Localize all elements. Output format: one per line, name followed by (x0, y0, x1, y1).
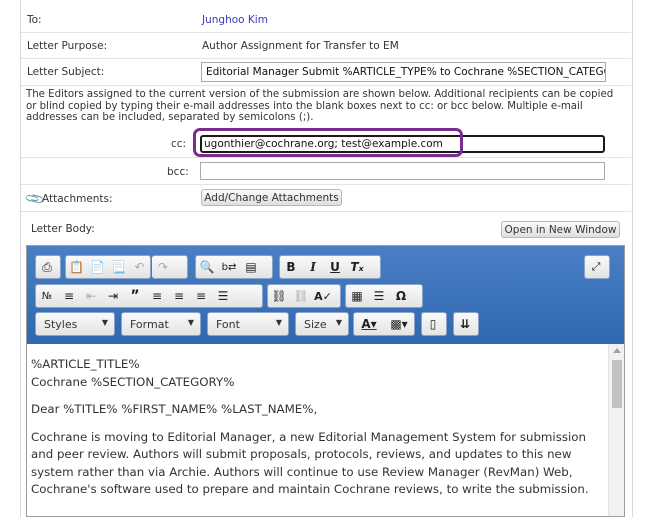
format-label: Format (130, 318, 169, 331)
chevron-down-icon: ▼ (101, 318, 108, 327)
basic-style-group: B I U Tₓ (279, 255, 381, 279)
chevron-down-icon: ▼ (275, 318, 282, 327)
link-icon[interactable]: ⛓ (268, 285, 290, 307)
body-paragraph: Cochrane is moving to Editorial Manager,… (31, 429, 589, 497)
purpose-label: Letter Purpose: (27, 40, 108, 52)
editor-scrollbar[interactable] (608, 344, 624, 516)
italic-icon[interactable]: I (302, 256, 324, 278)
align-center-icon[interactable]: ≡ (168, 285, 190, 307)
select-all-icon[interactable]: ▤ (240, 256, 262, 278)
subject-label: Letter Subject: (27, 66, 105, 78)
attachments-label: Attachments: (42, 193, 113, 205)
format-dropdown[interactable]: Format ▼ (121, 312, 201, 336)
open-in-new-window-button[interactable]: Open in New Window (501, 221, 620, 238)
maximize-icon[interactable]: ⤢ (585, 256, 607, 278)
to-row: To: Junghoo Kim (21, 8, 631, 33)
maximize-group: ⤢ (584, 255, 610, 279)
replace-icon[interactable]: b⇄ (218, 256, 240, 278)
to-recipient-link[interactable]: Junghoo Kim (202, 14, 268, 26)
redo-icon[interactable]: ↷ (152, 256, 174, 278)
editor-content-area[interactable]: %ARTICLE_TITLE% Cochrane %SECTION_CATEGOR… (27, 344, 624, 516)
print-icon[interactable]: ⎙ (36, 256, 58, 278)
chevron-down-icon: ▼ (335, 318, 342, 327)
insert-group: ▦ ☰ Ω (345, 284, 423, 308)
print-group: ⎙ (35, 255, 61, 279)
paste-icon[interactable]: 📋 (66, 256, 87, 278)
find-icon[interactable]: 🔍 (196, 256, 218, 278)
blockquote-icon[interactable]: ” (124, 285, 146, 307)
collapse-toolbar-icon[interactable]: ⇊ (454, 313, 476, 335)
clipboard-group: 📋 📄 📃 ↶ (65, 255, 151, 279)
color-group: A▾ ▩▾ (353, 312, 415, 336)
paste-text-icon[interactable]: 📄 (87, 256, 108, 278)
find-group: 🔍 b⇄ ▤ (195, 255, 273, 279)
bold-icon[interactable]: B (280, 256, 302, 278)
bulleted-list-icon[interactable]: ≡ (58, 285, 80, 307)
font-label: Font (216, 318, 240, 331)
outdent-icon[interactable]: ⇤ (80, 285, 102, 307)
purpose-value: Author Assignment for Transfer to EM (202, 40, 399, 52)
table-icon[interactable]: ▦ (346, 285, 368, 307)
bcc-label: bcc: (167, 166, 189, 178)
background-color-icon[interactable]: ▩▾ (384, 313, 414, 335)
styles-dropdown[interactable]: Styles ▼ (35, 312, 115, 336)
remove-format-icon[interactable]: Tₓ (346, 256, 368, 278)
justify-icon[interactable]: ☰ (212, 285, 234, 307)
source-group: ▯ (421, 312, 447, 336)
undo-icon[interactable]: ↶ (129, 256, 150, 278)
font-dropdown[interactable]: Font ▼ (207, 312, 289, 336)
cc-label: cc: (171, 138, 187, 150)
align-right-icon[interactable]: ≡ (190, 285, 212, 307)
body-title-lines: %ARTICLE_TITLE% Cochrane %SECTION_CATEGOR… (31, 356, 601, 391)
numbered-list-icon[interactable]: № (36, 285, 58, 307)
text-color-icon[interactable]: A▾ (354, 313, 384, 335)
underline-icon[interactable]: U (324, 256, 346, 278)
recipients-note: The Editors assigned to the current vers… (26, 89, 614, 124)
editor-toolbar: ⎙ 📋 📄 📃 ↶ ↷ 🔍 b⇄ ▤ B I U Tₓ ⤢ № ≡ ⇤ ⇥ ” … (27, 246, 624, 344)
subject-row: Letter Subject: Editorial Manager Submit… (21, 59, 631, 86)
letter-body-label: Letter Body: (31, 223, 95, 235)
links-group: ⛓ ⛓ A✓ (267, 284, 341, 308)
body-line-article-title: %ARTICLE_TITLE% (31, 357, 140, 371)
paste-word-icon[interactable]: 📃 (108, 256, 129, 278)
body-line-section-category: Cochrane %SECTION_CATEGORY% (31, 374, 235, 389)
paragraph-group: № ≡ ⇤ ⇥ ” ≡ ≡ ≡ ☰ (35, 284, 263, 308)
cc-highlight-box (193, 128, 463, 157)
chevron-down-icon: ▼ (187, 318, 194, 327)
bcc-input[interactable] (200, 162, 605, 180)
unlink-icon[interactable]: ⛓ (290, 285, 312, 307)
show-blocks-icon[interactable]: ▯ (422, 313, 444, 335)
collapse-group: ⇊ (453, 312, 479, 336)
rich-text-editor: ⎙ 📋 📄 📃 ↶ ↷ 🔍 b⇄ ▤ B I U Tₓ ⤢ № ≡ ⇤ ⇥ ” … (26, 245, 625, 517)
scrollbar-thumb[interactable] (612, 360, 622, 408)
align-left-icon[interactable]: ≡ (146, 285, 168, 307)
scroll-up-icon[interactable] (613, 348, 621, 353)
purpose-row: Letter Purpose: Author Assignment for Tr… (21, 33, 631, 59)
history-group: ↷ (152, 255, 188, 279)
to-label: To: (27, 14, 42, 26)
styles-label: Styles (44, 318, 78, 331)
indent-icon[interactable]: ⇥ (102, 285, 124, 307)
size-label: Size (304, 318, 327, 331)
add-change-attachments-button[interactable]: Add/Change Attachments (201, 189, 342, 206)
spell-check-icon[interactable]: A✓ (312, 285, 334, 307)
subject-input[interactable]: Editorial Manager Submit %ARTICLE_TYPE% … (201, 62, 606, 82)
special-char-icon[interactable]: Ω (390, 285, 412, 307)
body-greeting: Dear %TITLE% %FIRST_NAME% %LAST_NAME%, (31, 402, 318, 416)
size-dropdown[interactable]: Size ▼ (295, 312, 349, 336)
horizontal-line-icon[interactable]: ☰ (368, 285, 390, 307)
